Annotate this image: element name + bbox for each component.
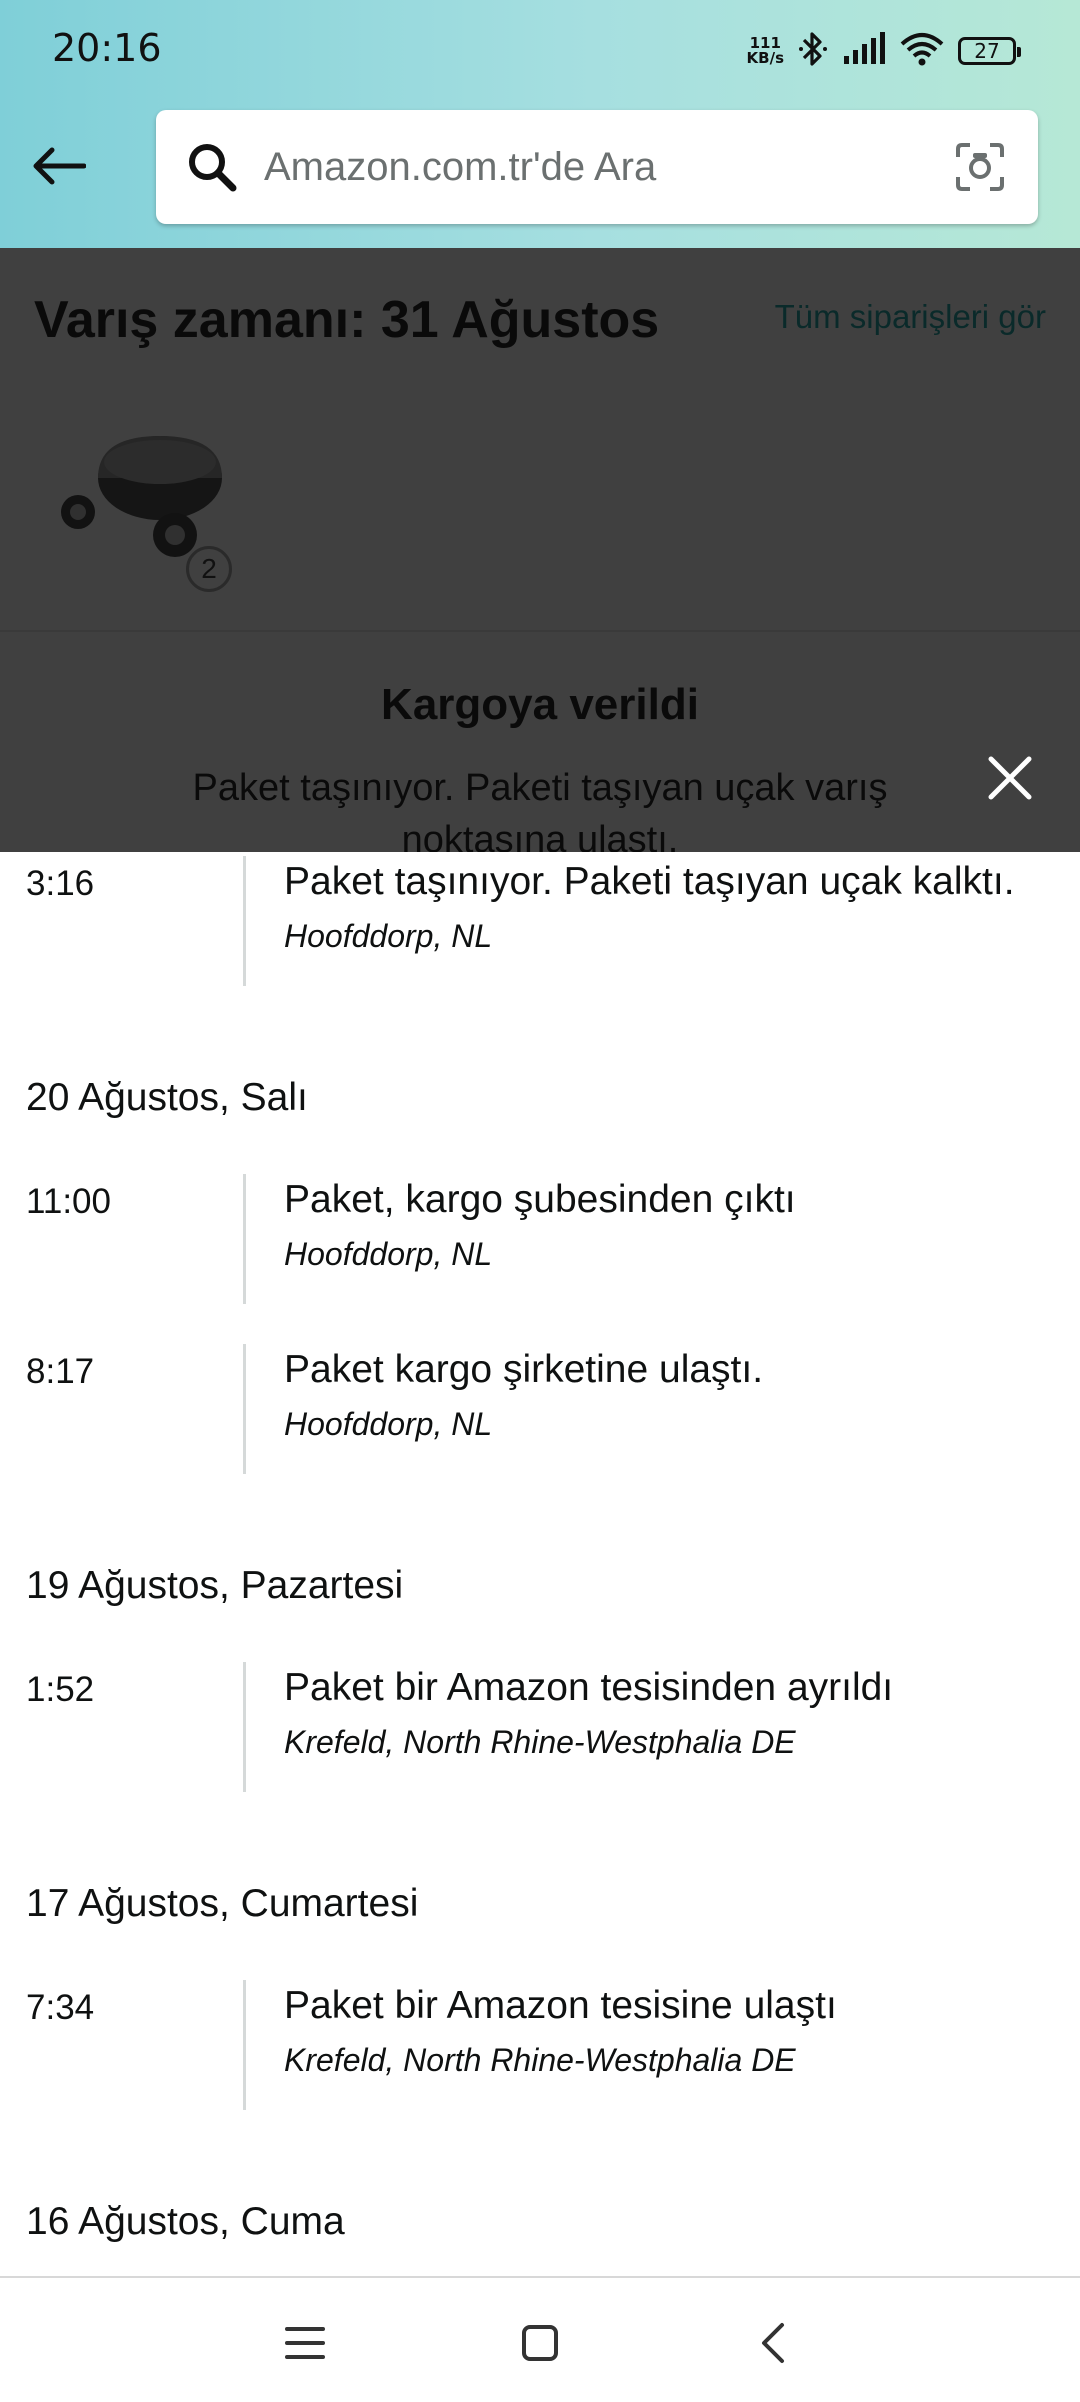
search-input[interactable]: Amazon.com.tr'de Ara [156, 110, 1038, 224]
network-speed: 111 KB/s [747, 36, 784, 66]
system-nav-bar [0, 2276, 1080, 2402]
divider [0, 630, 1080, 632]
event-time: 8:17 [26, 1352, 95, 1391]
tracking-event: 3:16 Paket taşınıyor. Paketi taşıyan uça… [0, 852, 1080, 986]
event-description: Paket bir Amazon tesisine ulaştı [284, 1984, 837, 2027]
signal-icon [842, 31, 886, 71]
arrival-date-title: Varış zamanı: 31 Ağustos [34, 291, 660, 349]
event-time: 3:16 [26, 864, 95, 903]
arrow-left-icon [33, 147, 86, 185]
event-time: 1:52 [26, 1670, 95, 1709]
network-speed-unit: KB/s [746, 49, 784, 67]
event-time: 7:34 [26, 1988, 95, 2027]
date-header: 19 Ağustos, Pazartesi [26, 1564, 404, 1607]
all-orders-link[interactable]: Tüm siparişleri gör [775, 298, 1046, 336]
timeline-line [243, 1980, 246, 2110]
shipment-status-title: Kargoya verildi [381, 680, 699, 729]
wifi-icon [900, 32, 944, 71]
battery-icon: 27 [958, 37, 1021, 65]
battery-level: 27 [974, 39, 1000, 63]
home-button[interactable] [505, 2308, 575, 2378]
event-location: Hoofddorp, NL [284, 918, 493, 954]
bluetooth-icon [798, 30, 828, 73]
status-icons: 111 KB/s 27 [747, 30, 1021, 73]
home-square-icon [522, 2325, 558, 2361]
tracking-event: 8:17 Paket kargo şirketine ulaştı. Hoofd… [0, 1324, 1080, 1474]
event-location: Hoofddorp, NL [284, 1236, 493, 1272]
tracking-event: 1:52 Paket bir Amazon tesisinden ayrıldı… [0, 1642, 1080, 1792]
search-placeholder: Amazon.com.tr'de Ara [264, 144, 657, 189]
status-time: 20:16 [52, 26, 162, 70]
close-icon [988, 756, 1032, 800]
event-description: Paket taşınıyor. Paketi taşıyan uçak kal… [284, 860, 1015, 903]
date-header: 16 Ağustos, Cuma [26, 2200, 345, 2243]
tracking-timeline-sheet[interactable]: 3:16 Paket taşınıyor. Paketi taşıyan uça… [0, 852, 1080, 2276]
date-header: 20 Ağustos, Salı [26, 1076, 308, 1119]
event-location: Krefeld, North Rhine-Westphalia DE [284, 2042, 796, 2078]
timeline-line [243, 1662, 246, 1792]
event-time: 11:00 [26, 1182, 111, 1221]
menu-icon [285, 2327, 325, 2359]
shipment-status-description: Paket taşınıyor. Paketi taşıyan uçak var… [192, 767, 888, 852]
event-description: Paket bir Amazon tesisinden ayrıldı [284, 1666, 894, 1709]
timeline-line [243, 1344, 246, 1474]
chevron-left-icon [762, 2323, 784, 2363]
tracking-event: 7:34 Paket bir Amazon tesisine ulaştı Kr… [0, 1960, 1080, 2110]
menu-button[interactable] [270, 2308, 340, 2378]
camera-search-icon[interactable] [950, 137, 1010, 197]
tracking-event: 11:00 Paket, kargo şubesinden çıktı Hoof… [0, 1154, 1080, 1304]
system-back-button[interactable] [738, 2308, 808, 2378]
back-button[interactable] [22, 130, 94, 202]
app-header: 20:16 111 KB/s 27 Amazon.com.tr'de Ara [0, 0, 1080, 248]
date-header: 17 Ağustos, Cumartesi [26, 1882, 419, 1925]
timeline-line [243, 1174, 246, 1304]
event-description: Paket, kargo şubesinden çıktı [284, 1178, 796, 1221]
timeline-line [243, 856, 246, 986]
quantity-badge: 2 [186, 546, 232, 592]
event-location: Krefeld, North Rhine-Westphalia DE [284, 1724, 796, 1760]
search-icon [182, 137, 242, 197]
event-location: Hoofddorp, NL [284, 1406, 493, 1442]
close-button[interactable] [976, 744, 1044, 812]
event-description: Paket kargo şirketine ulaştı. [284, 1348, 764, 1391]
